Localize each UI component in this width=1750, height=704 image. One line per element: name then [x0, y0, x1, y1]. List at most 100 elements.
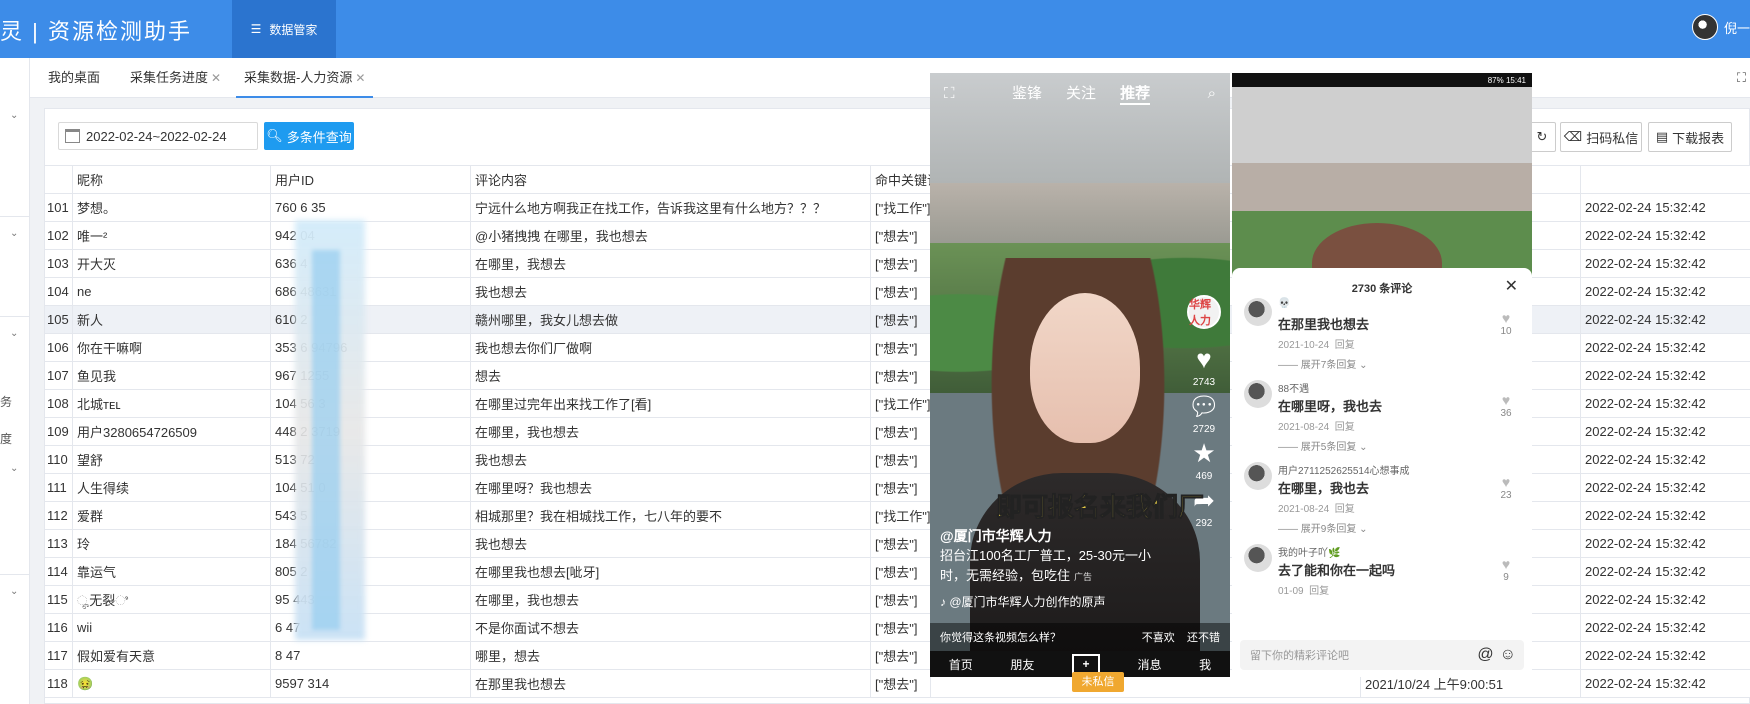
- redaction-mask: [312, 250, 340, 630]
- divider: [0, 216, 30, 217]
- cell-keyword: ["找工作"]: [870, 501, 931, 530]
- eraser-icon: ⌫: [1563, 129, 1583, 144]
- star-icon[interactable]: ★: [1192, 439, 1215, 467]
- cell-time: 2022-02-24 15:32:42: [1580, 445, 1750, 474]
- scan-icon[interactable]: ⛶: [944, 85, 955, 102]
- expand-replies-label: 展开7条回复: [1300, 360, 1357, 371]
- avatar[interactable]: [1244, 544, 1272, 572]
- chevron-down-icon[interactable]: ⌄: [10, 463, 18, 474]
- comment-date: 01-09: [1278, 586, 1304, 597]
- video-music[interactable]: ♪ @厦门市华辉人力创作的原声: [940, 593, 1106, 610]
- comment-user[interactable]: 💀: [1278, 298, 1290, 309]
- comment-input[interactable]: 留下你的精彩评论吧 @ ☺: [1240, 640, 1524, 670]
- cell-nickname: 望舒: [72, 445, 271, 474]
- heart-icon[interactable]: ♥: [1196, 345, 1211, 373]
- multi-query-button[interactable]: 🔍︎ 多条件查询: [264, 122, 354, 150]
- close-icon[interactable]: ✕: [355, 71, 365, 85]
- tab-label: 采集任务进度: [130, 70, 209, 85]
- reply-button[interactable]: 回复: [1335, 422, 1355, 433]
- comment-icon[interactable]: 💬︎: [1187, 392, 1220, 420]
- reply-button[interactable]: 回复: [1335, 504, 1355, 515]
- cell-user-id: 9597 314: [270, 669, 471, 698]
- date-range-input[interactable]: 2022-02-24~2022-02-24: [58, 122, 258, 150]
- comment-text: 在那里我也想去: [1278, 318, 1370, 333]
- cell-keyword: ["找工作"]: [870, 193, 931, 222]
- cell-comment: 在哪里，我也想去: [470, 585, 871, 614]
- video-caption-overlay: 即可报名来我们厂: [995, 492, 1205, 523]
- cell-time: 2022-02-24 15:32:42: [1580, 501, 1750, 530]
- close-icon[interactable]: ✕: [1505, 276, 1518, 296]
- video-account[interactable]: @厦门市华辉人力: [940, 526, 1170, 546]
- comments-screenshot: 87% 15:41 2730 条评论 ✕ 💀 在那里我也想去 2021-10-24 …: [1232, 73, 1532, 677]
- close-icon[interactable]: ✕: [211, 71, 221, 85]
- cell-nickname: 北城ᴛᴇʟ: [72, 389, 271, 418]
- col-header-comment[interactable]: 评论内容: [470, 165, 871, 194]
- scan-message-button[interactable]: ⌫ 扫码私信: [1560, 122, 1642, 152]
- status-badge: 未私信: [1072, 672, 1124, 692]
- cell-time: 2022-02-24 15:32:42: [1580, 221, 1750, 250]
- cell-keyword: ["想去"]: [870, 361, 931, 390]
- video-tab[interactable]: 关注: [1066, 82, 1096, 105]
- comment-like[interactable]: ♥ 36: [1496, 392, 1516, 419]
- comment-text: 在哪里呀，我也去: [1278, 400, 1383, 415]
- comment-user[interactable]: 我的叶子吖🌿: [1278, 544, 1340, 559]
- cell-seq: 106: [44, 333, 73, 362]
- expand-replies[interactable]: —— 展开9条回复 ⌄: [1278, 520, 1368, 535]
- avatar[interactable]: [1244, 380, 1272, 408]
- comment-user[interactable]: 88不遇: [1278, 380, 1309, 395]
- refresh-button[interactable]: ↻: [1528, 122, 1556, 152]
- cell-keyword: ["想去"]: [870, 473, 931, 502]
- nav-messages[interactable]: 消息: [1138, 656, 1162, 673]
- cell-nickname: 新人: [72, 305, 271, 334]
- cell-nickname: 爱群: [72, 501, 271, 530]
- comment-like[interactable]: ♥ 23: [1496, 474, 1516, 501]
- chevron-down-icon[interactable]: ⌄: [10, 586, 18, 597]
- search-icon[interactable]: ⌕: [1208, 85, 1216, 102]
- col-header-keyword[interactable]: 命中关键词: [870, 165, 931, 194]
- nav-me[interactable]: 我: [1199, 656, 1211, 673]
- video-tab-active[interactable]: 推荐: [1120, 82, 1151, 105]
- video-tab[interactable]: 鉴锋: [1012, 82, 1042, 105]
- comment-date: 2021-08-24: [1278, 422, 1330, 433]
- download-report-button[interactable]: ▤ 下载报表: [1648, 122, 1732, 152]
- col-header-nickname[interactable]: 昵称: [72, 165, 271, 194]
- tab-collected-data[interactable]: 采集数据-人力资源 ✕: [236, 58, 374, 98]
- cell-nickname: 开大灭: [72, 249, 271, 278]
- at-icon[interactable]: @: [1477, 646, 1493, 663]
- brand-avatar[interactable]: 华辉人力: [1187, 295, 1221, 329]
- expand-replies[interactable]: —— 展开5条回复 ⌄: [1278, 438, 1368, 453]
- cell-seq: 111: [44, 473, 73, 502]
- user-menu[interactable]: 倪一: [1691, 14, 1750, 40]
- reply-button[interactable]: 回复: [1309, 586, 1329, 597]
- avatar[interactable]: [1244, 462, 1272, 490]
- nav-create[interactable]: +: [1071, 654, 1100, 674]
- comment-user[interactable]: 用户2711252625514心想事成: [1278, 462, 1410, 477]
- reply-button[interactable]: 回复: [1335, 340, 1355, 351]
- chevron-down-icon[interactable]: ⌄: [10, 228, 18, 239]
- nav-home[interactable]: 首页: [949, 656, 973, 673]
- tab-desktop[interactable]: 我的桌面: [48, 58, 100, 98]
- cell-seq: 102: [44, 221, 73, 250]
- nav-data-manager[interactable]: ☰ 数据管家: [232, 0, 336, 58]
- nav-friends[interactable]: 朋友: [1010, 656, 1034, 673]
- col-header-user-id[interactable]: 用户ID: [270, 165, 471, 194]
- avatar[interactable]: [1244, 298, 1272, 326]
- phone-status-bar: 87% 15:41: [1232, 73, 1532, 87]
- comment-like[interactable]: ♥ 10: [1496, 310, 1516, 337]
- dislike-button[interactable]: 不喜欢: [1142, 632, 1175, 644]
- expand-replies[interactable]: —— 展开7条回复 ⌄: [1278, 356, 1368, 371]
- comment-like[interactable]: ♥ 9: [1496, 556, 1516, 583]
- sidebar-text[interactable]: 务: [0, 393, 12, 410]
- sidebar-text[interactable]: 度: [0, 430, 12, 447]
- cell-nickname: 鱼见我: [72, 361, 271, 390]
- chevron-down-icon[interactable]: ⌄: [10, 328, 18, 339]
- ok-button[interactable]: 还不错: [1187, 632, 1220, 644]
- fullscreen-icon[interactable]: ⛶: [1737, 70, 1746, 86]
- tab-task-progress[interactable]: 采集任务进度 ✕: [130, 58, 221, 98]
- chevron-down-icon[interactable]: ⌄: [10, 110, 18, 121]
- cell-time: 2022-02-24 15:32:42: [1580, 669, 1750, 698]
- cell-seq: 107: [44, 361, 73, 390]
- emoji-icon[interactable]: ☺: [1500, 646, 1516, 663]
- cell-comment: 在哪里过完年出来找工作了[看]: [470, 389, 871, 418]
- cell-keyword: ["想去"]: [870, 249, 931, 278]
